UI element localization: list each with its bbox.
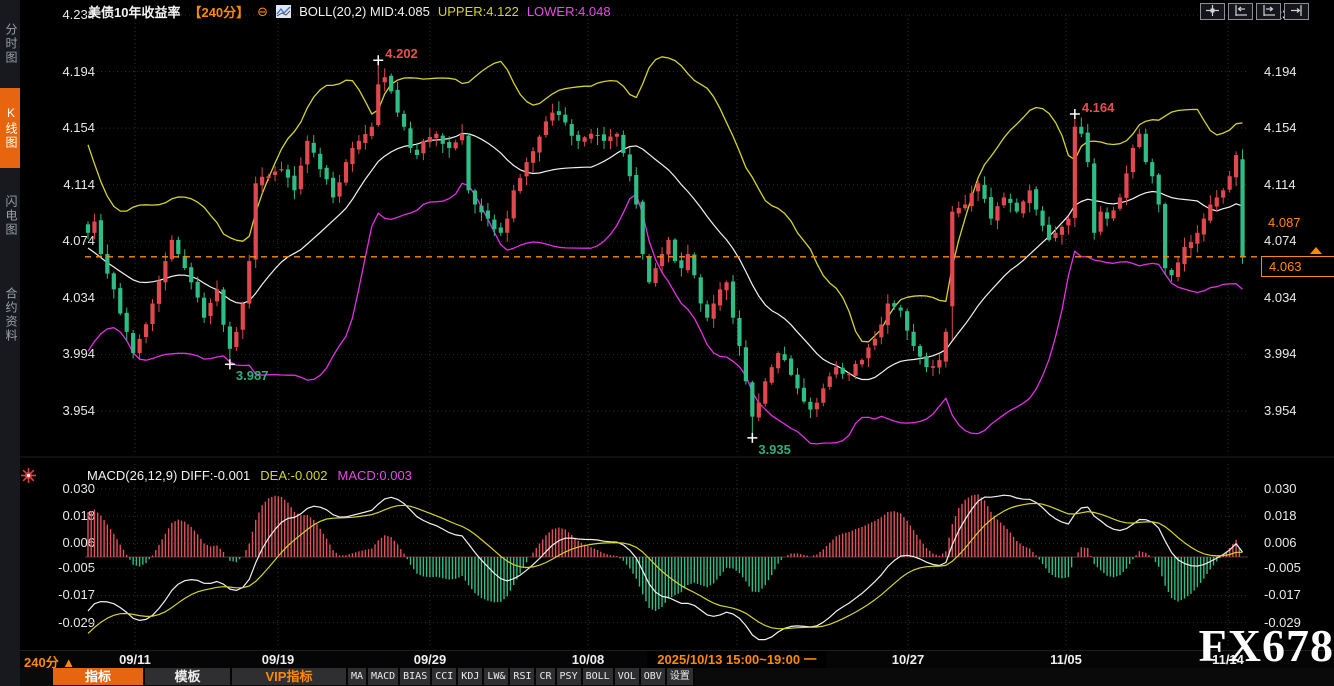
toolbar-macd[interactable]: MACD [368, 668, 400, 685]
chart-application: 分时图K线图闪电图合约资料 美债10年收益率 【240分】 ⊖ BOLL(20,… [0, 0, 1334, 686]
symbol-title: 美债10年收益率 [88, 2, 180, 21]
selected-candle-date: 2025/10/13 15:00~19:00 一 [647, 651, 826, 668]
pan-tool-button[interactable] [1200, 3, 1225, 20]
arrow-out-icon [1290, 3, 1303, 21]
toolbar-kdj[interactable]: KDJ [458, 668, 484, 685]
pan-cross-icon [1206, 3, 1219, 21]
date-tick-label: 10/27 [863, 652, 953, 667]
macd-hist-label: MACD:0.003 [337, 468, 411, 483]
toolbar-boll[interactable]: BOLL [583, 668, 615, 685]
extreme-price-label: 3.987 [236, 368, 269, 383]
macd-header: MACD(26,12,9) DIFF:-0.001 DEA:-0.002 MAC… [87, 468, 412, 483]
date-tick-label: 09/19 [233, 652, 323, 667]
toolbar-lw[interactable]: LW& [484, 668, 510, 685]
extreme-price-label: 3.935 [758, 442, 791, 457]
date-tick-label: 11/05 [1021, 652, 1111, 667]
toolbar-rsi[interactable]: RSI [510, 668, 536, 685]
boll-upper-label: UPPER:4.122 [438, 4, 519, 19]
chart-canvas[interactable] [0, 0, 1334, 650]
toolbar-obv[interactable]: OBV [641, 668, 667, 685]
shift-right-button[interactable] [1256, 3, 1281, 20]
indicator-thumbnail-icon[interactable] [276, 5, 291, 18]
boll-lower-label: LOWER:4.048 [527, 4, 611, 19]
period-label[interactable]: 【240分】 [188, 2, 249, 21]
indicator-settings-icon[interactable] [21, 468, 36, 483]
date-axis: 240分 ▲ 2025/10/13 15:00~19:00 一 09/1109/… [20, 650, 1334, 668]
chart-header: 美债10年收益率 【240分】 ⊖ BOLL(20,2) MID:4.085 U… [88, 3, 611, 19]
toolbar-ma[interactable]: MA [348, 668, 368, 685]
axis-right-icon [1262, 3, 1275, 21]
mid-band-price-tag: 4.087 [1261, 213, 1334, 232]
toolbar-vip-indicator[interactable]: VIP指标 [232, 668, 348, 685]
watermark: FX678 [1199, 619, 1334, 672]
extreme-price-label: 4.164 [1082, 100, 1115, 115]
toolbar-template[interactable]: 模板 [145, 668, 232, 685]
toolbar-vol[interactable]: VOL [615, 668, 641, 685]
indicator-toolbar: 指标模板VIP指标MAMACDBIASCCIKDJLW&RSICRPSYBOLL… [20, 668, 1334, 686]
price-up-arrow-icon [1310, 247, 1322, 254]
date-tick-label: 10/08 [543, 652, 633, 667]
collapse-indicator-icon[interactable]: ⊖ [257, 5, 268, 18]
axis-left-icon [1234, 3, 1247, 21]
last-price-tag: 4.063 [1261, 256, 1334, 277]
date-tick-label: 09/11 [90, 652, 180, 667]
toolbar-indicator[interactable]: 指标 [53, 668, 145, 685]
macd-diff-label: MACD(26,12,9) DIFF:-0.001 [87, 468, 250, 483]
date-tick-label: 09/29 [385, 652, 475, 667]
toolbar-cr[interactable]: CR [536, 668, 556, 685]
toolbar-cci[interactable]: CCI [432, 668, 458, 685]
toolbar-settings[interactable]: 设置 [667, 668, 695, 685]
toolbar-psy[interactable]: PSY [557, 668, 583, 685]
macd-dea-label: DEA:-0.002 [260, 468, 327, 483]
boll-mid-label: BOLL(20,2) MID:4.085 [299, 4, 430, 19]
extreme-price-label: 4.202 [385, 46, 418, 61]
jump-to-latest-button[interactable] [1284, 3, 1309, 20]
shift-left-button[interactable] [1228, 3, 1253, 20]
toolbar-bias[interactable]: BIAS [400, 668, 432, 685]
